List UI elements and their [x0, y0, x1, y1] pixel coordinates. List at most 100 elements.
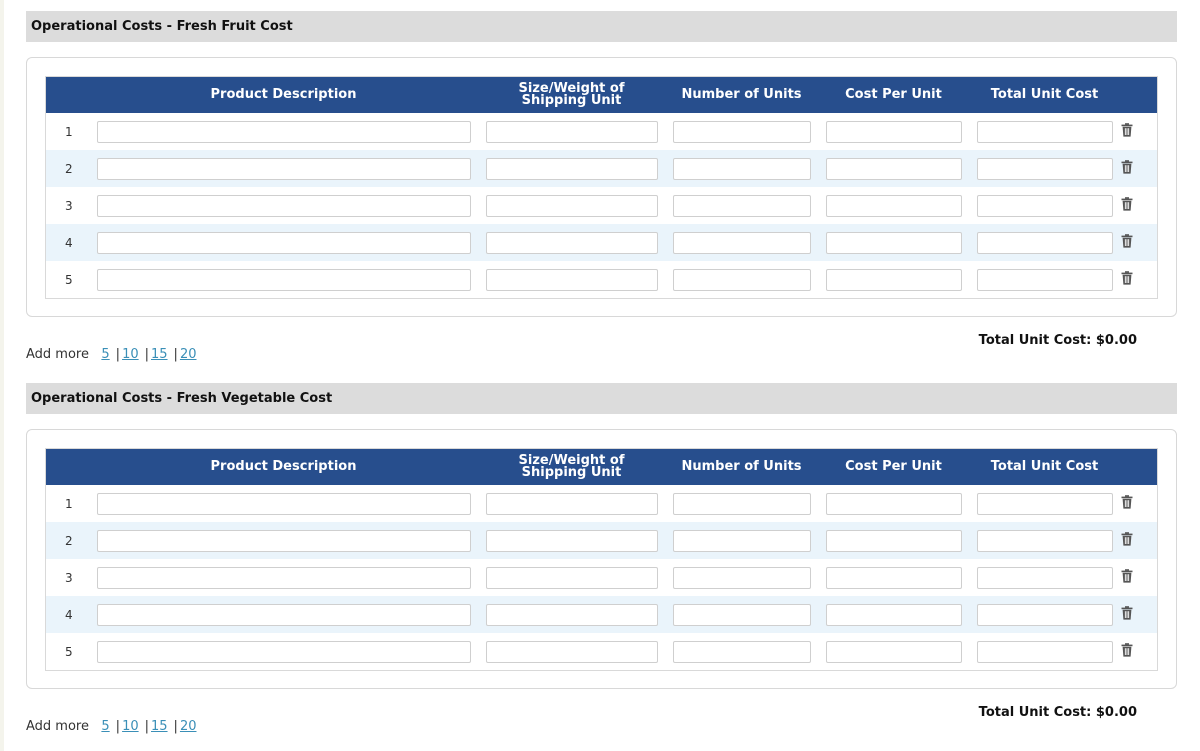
- table-row: 4: [45, 596, 1158, 633]
- page-left-border: [0, 0, 4, 751]
- row-number: 2: [45, 150, 97, 187]
- trash-icon[interactable]: [1121, 494, 1133, 509]
- size-weight-input[interactable]: [485, 640, 658, 663]
- cost-per-unit-input[interactable]: [825, 603, 962, 626]
- table-row: 2: [45, 522, 1158, 559]
- product-description-input[interactable]: [96, 492, 471, 515]
- total-unit-cost-input[interactable]: [976, 157, 1113, 180]
- cost-section: Operational Costs - Fresh Fruit Cost Pro…: [26, 11, 1177, 362]
- total-unit-cost-input[interactable]: [976, 268, 1113, 291]
- total-unit-cost-value: $0.00: [1095, 705, 1137, 720]
- total-unit-cost-input[interactable]: [976, 120, 1113, 143]
- cost-per-unit-input[interactable]: [825, 640, 962, 663]
- total-unit-cost-value: $0.00: [1095, 333, 1137, 348]
- cost-per-unit-input[interactable]: [825, 120, 962, 143]
- size-weight-input[interactable]: [485, 194, 658, 217]
- product-description-input[interactable]: [96, 194, 471, 217]
- product-description-input[interactable]: [96, 231, 471, 254]
- cost-table-panel: Product Description Size/Weight of Shipp…: [26, 429, 1177, 689]
- trash-icon[interactable]: [1121, 159, 1133, 174]
- cost-per-unit-input[interactable]: [825, 268, 962, 291]
- size-weight-input[interactable]: [485, 231, 658, 254]
- total-unit-cost-input[interactable]: [976, 492, 1113, 515]
- number-of-units-input[interactable]: [672, 157, 811, 180]
- number-of-units-input[interactable]: [672, 492, 811, 515]
- size-weight-input[interactable]: [485, 492, 658, 515]
- add-more-10-link[interactable]: 10: [122, 719, 139, 734]
- add-more-5-link[interactable]: 5: [101, 347, 109, 362]
- cost-per-unit-input[interactable]: [825, 231, 962, 254]
- section-title: Operational Costs - Fresh Vegetable Cost: [26, 383, 1177, 414]
- trash-icon[interactable]: [1121, 642, 1133, 657]
- total-unit-cost-input[interactable]: [976, 566, 1113, 589]
- product-description-input[interactable]: [96, 268, 471, 291]
- table-row: 5: [46, 261, 1158, 299]
- table-row: 3: [46, 559, 1158, 596]
- product-description-input[interactable]: [96, 157, 471, 180]
- table-header-row: Product Description Size/Weight of Shipp…: [45, 76, 1158, 113]
- total-unit-cost-label: Total Unit Cost:: [978, 705, 1092, 720]
- size-weight-input[interactable]: [485, 120, 658, 143]
- total-unit-cost-input[interactable]: [976, 529, 1113, 552]
- add-more-15-link[interactable]: 15: [151, 719, 168, 734]
- product-description-input[interactable]: [96, 529, 471, 552]
- trash-icon[interactable]: [1121, 270, 1133, 285]
- column-header: Total Unit Cost: [976, 76, 1113, 113]
- add-more-20-link[interactable]: 20: [180, 719, 197, 734]
- cost-per-unit-input[interactable]: [825, 157, 962, 180]
- add-more-controls: Add more 5 | 10 | 15 | 20: [26, 347, 196, 362]
- number-of-units-input[interactable]: [672, 640, 811, 663]
- add-more-separator: |: [173, 347, 178, 362]
- trash-icon[interactable]: [1121, 531, 1133, 546]
- add-more-separator: |: [144, 347, 149, 362]
- add-more-10-link[interactable]: 10: [122, 347, 139, 362]
- row-number: 1: [65, 124, 73, 139]
- total-unit-cost-input[interactable]: [976, 194, 1113, 217]
- number-of-units-input[interactable]: [672, 603, 811, 626]
- size-weight-input[interactable]: [485, 603, 658, 626]
- number-of-units-input[interactable]: [672, 194, 811, 217]
- number-of-units-input[interactable]: [672, 120, 811, 143]
- trash-icon[interactable]: [1121, 122, 1133, 137]
- size-weight-input[interactable]: [485, 268, 658, 291]
- cost-section: Operational Costs - Fresh Vegetable Cost…: [26, 383, 1177, 734]
- add-more-controls: Add more 5 | 10 | 15 | 20: [26, 719, 196, 734]
- size-weight-input[interactable]: [485, 566, 658, 589]
- trash-icon[interactable]: [1121, 568, 1133, 583]
- number-of-units-input[interactable]: [672, 231, 811, 254]
- row-number: 5: [65, 644, 73, 659]
- add-more-20-link[interactable]: 20: [180, 347, 197, 362]
- add-more-separator: |: [144, 719, 149, 734]
- add-more-15-link[interactable]: 15: [151, 347, 168, 362]
- number-of-units-input[interactable]: [672, 529, 811, 552]
- product-description-input[interactable]: [96, 603, 471, 626]
- add-more-separator: |: [115, 347, 121, 362]
- table-row: 3: [46, 187, 1158, 224]
- table-row: 2: [45, 150, 1158, 187]
- product-description-input[interactable]: [96, 566, 471, 589]
- product-description-input[interactable]: [96, 640, 471, 663]
- total-unit-cost-input[interactable]: [976, 231, 1113, 254]
- trash-icon[interactable]: [1121, 196, 1133, 211]
- total-unit-cost-input[interactable]: [976, 603, 1113, 626]
- product-description-input[interactable]: [96, 120, 471, 143]
- trash-icon[interactable]: [1121, 605, 1133, 620]
- row-number: 4: [45, 224, 97, 261]
- cost-per-unit-input[interactable]: [825, 566, 962, 589]
- trash-icon[interactable]: [1121, 233, 1133, 248]
- size-weight-input[interactable]: [485, 529, 658, 552]
- cost-per-unit-input[interactable]: [825, 194, 962, 217]
- row-number: 3: [65, 198, 73, 213]
- add-more-separator: |: [173, 719, 178, 734]
- number-of-units-input[interactable]: [672, 268, 811, 291]
- row-number: 5: [65, 272, 73, 287]
- cost-per-unit-input[interactable]: [825, 529, 962, 552]
- table-row: 1: [46, 113, 1158, 150]
- add-more-5-link[interactable]: 5: [101, 719, 109, 734]
- number-of-units-input[interactable]: [672, 566, 811, 589]
- cost-table-panel: Product Description Size/Weight of Shipp…: [26, 57, 1177, 317]
- total-unit-cost: Total Unit Cost: $0.00: [979, 705, 1137, 720]
- size-weight-input[interactable]: [485, 157, 658, 180]
- cost-per-unit-input[interactable]: [825, 492, 962, 515]
- total-unit-cost-input[interactable]: [976, 640, 1113, 663]
